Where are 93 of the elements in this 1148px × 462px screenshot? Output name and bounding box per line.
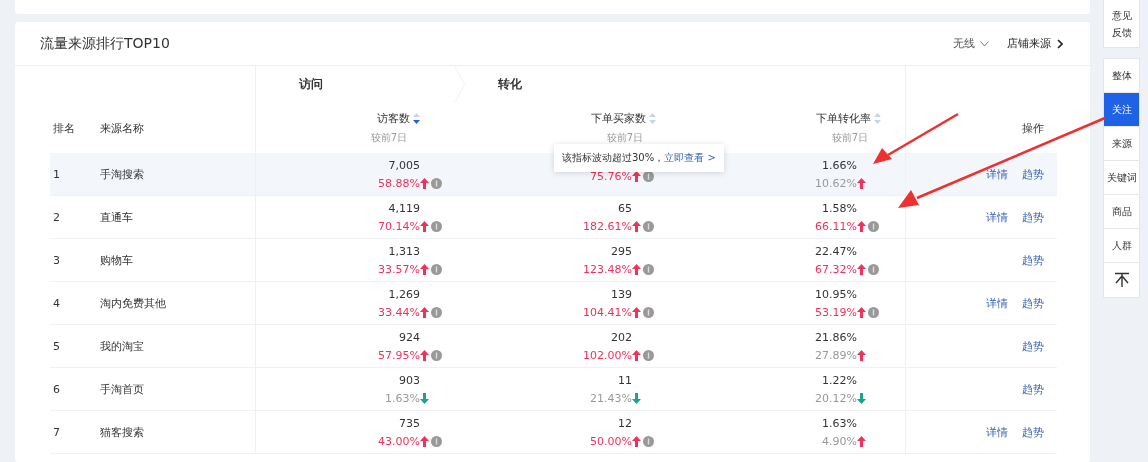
change-percent: 10.62% [815,176,857,190]
action-link[interactable]: 详情 [986,295,1008,311]
column-subheader: 较前7日 [606,131,643,145]
view-now-link[interactable]: 立即查看 > [664,152,716,163]
change-percent: 70.14% [378,219,420,233]
sidebar-tab[interactable]: 关注 [1104,93,1139,127]
change-percent: 1.63% [385,391,420,405]
source-name: 直通车 [100,209,133,225]
info-icon[interactable] [431,177,442,189]
info-icon[interactable] [643,220,654,232]
change-percent: 4.90% [822,434,857,448]
change-percent: 50.00% [590,434,632,448]
info-icon[interactable] [431,306,442,318]
info-icon[interactable] [431,435,442,447]
change-percent: 102.00% [583,348,632,362]
source-name: 淘内免费其他 [100,295,166,311]
source-name: 购物车 [100,252,133,268]
metric-value: 12 [617,416,632,430]
metric-value: 11 [617,373,632,387]
info-icon[interactable] [643,435,654,447]
card-title: 流量来源排行TOP10 [40,34,171,53]
action-link[interactable]: 趋势 [1022,166,1044,182]
action-link[interactable]: 趋势 [1022,424,1044,440]
metric-value: 1,313 [387,244,420,258]
change-percent: 67.32% [815,262,857,276]
metric-value: 7,005 [387,158,420,172]
source-name: 手淘搜索 [100,166,144,182]
metric-value: 295 [610,244,632,258]
chevron-down-icon [980,40,989,47]
group-header: 访问 [299,76,323,93]
change-percent: 58.88% [378,176,420,190]
column-header: 来源名称 [100,120,144,136]
change-percent: 33.57% [378,262,420,276]
column-header: 操作 [1022,120,1044,136]
back-to-top-icon [1113,272,1130,288]
metric-value: 1,269 [387,287,420,301]
change-percent: 104.41% [583,305,632,319]
metric-value: 139 [610,287,632,301]
action-link[interactable]: 详情 [986,166,1008,182]
info-icon[interactable] [868,263,879,275]
metric-value: 924 [398,330,420,344]
action-link[interactable]: 详情 [986,209,1008,225]
change-percent: 20.12% [815,391,857,405]
metric-value: 1.58% [821,201,857,215]
store-source-link[interactable]: 店铺来源 [1007,36,1063,51]
action-link[interactable]: 趋势 [1022,381,1044,397]
info-icon[interactable] [868,306,879,318]
chevron-right-icon [1057,38,1063,49]
info-icon[interactable] [643,306,654,318]
column-subheader: 较前7日 [831,131,868,145]
metric-value: 22.47% [815,244,857,258]
metric-value: 10.95% [815,287,857,301]
source-name: 我的淘宝 [100,338,144,354]
info-icon[interactable] [643,349,654,361]
source-name: 猫客搜索 [100,424,144,440]
change-percent: 53.19% [815,305,857,319]
feedback-button[interactable]: 意见反馈 [1103,0,1140,48]
change-percent: 123.48% [583,262,632,276]
action-link[interactable]: 趋势 [1022,295,1044,311]
channel-dropdown[interactable]: 无线 [953,36,989,51]
action-link[interactable]: 趋势 [1022,338,1044,354]
sort-icon[interactable] [413,113,420,124]
metric-value: 1.66% [821,158,857,172]
change-percent: 33.44% [378,305,420,319]
change-percent: 75.76% [590,170,632,183]
action-link[interactable]: 趋势 [1022,252,1044,268]
tooltip: 该指标波动超过30%，立即查看 > [554,144,724,172]
action-link[interactable]: 趋势 [1022,209,1044,225]
info-icon[interactable] [431,263,442,275]
action-link[interactable]: 详情 [986,424,1008,440]
metric-value: 21.86% [815,330,857,344]
source-name: 手淘首页 [100,381,144,397]
metric-value: 65 [617,201,632,215]
change-percent: 21.43% [590,391,632,405]
group-header: 转化 [498,76,522,93]
change-percent: 43.00% [378,434,420,448]
metric-value: 903 [398,373,420,387]
column-header: 排名 [53,120,75,136]
info-icon[interactable] [431,220,442,232]
change-percent: 27.89% [815,348,857,362]
metric-value: 1.22% [821,373,857,387]
info-icon[interactable] [431,349,442,361]
info-icon[interactable] [643,263,654,275]
metric-value: 4,119 [387,201,420,215]
info-icon[interactable] [868,220,879,232]
rank-cell: 1 [50,153,100,196]
change-percent: 66.11% [815,219,857,233]
metric-value: 735 [398,416,420,430]
metric-value: 202 [610,330,632,344]
column-subheader: 较前7日 [370,131,407,145]
metric-value: 1.63% [822,416,857,430]
change-percent: 57.95% [378,348,420,362]
change-percent: 182.61% [583,219,632,233]
